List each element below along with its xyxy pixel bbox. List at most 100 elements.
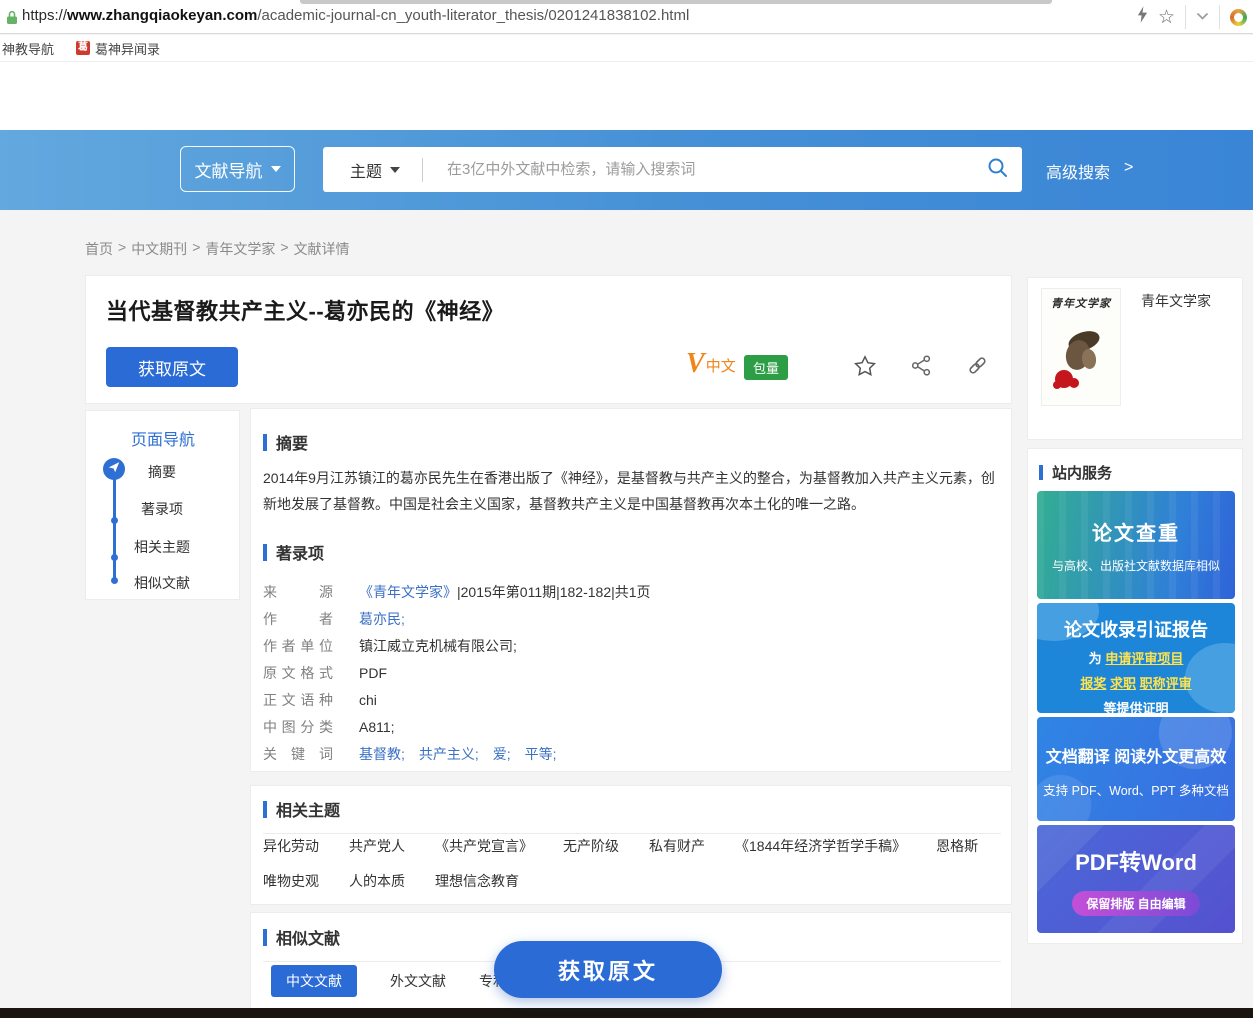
bookmark-star-icon[interactable]: ☆ (1158, 8, 1175, 27)
record-row-source: 来源 《青年文学家》|2015年第011期|182-182|共1页 (263, 579, 651, 606)
tab-strip-edge (300, 0, 1052, 4)
keyword-link[interactable]: 共产主义; (419, 741, 479, 768)
article-title-card: 当代基督教共产主义--葛亦民的《神经》 获取原文 V 中文 包量 (85, 275, 1012, 404)
page-nav-item-topics[interactable]: 相关主题 (134, 537, 190, 557)
record-row-format: 原文格式 PDF (263, 660, 651, 687)
service-plagiarism-check[interactable]: 论文查重 与高校、出版社文献数据库相似 (1037, 491, 1235, 599)
record-section-heading: 著录项 (263, 540, 324, 564)
topic-link[interactable]: 理想信念教育 (435, 871, 519, 891)
divider (422, 158, 423, 182)
pdf-word-badge: 保留排版 自由编辑 (1072, 891, 1199, 916)
topic-link[interactable]: 无产阶级 (563, 836, 619, 856)
record-row-keywords: 关键词 基督教; 共产主义; 爱; 平等; (263, 741, 651, 768)
journal-cover-title: 青年文学家 (1042, 295, 1120, 311)
breadcrumb-home[interactable]: 首页 (85, 239, 113, 259)
breadcrumb-detail: 文献详情 (294, 239, 350, 259)
chevron-down-icon[interactable] (1196, 8, 1209, 26)
breadcrumb-cn-journal[interactable]: 中文期刊 (131, 239, 187, 259)
topic-link[interactable]: 共产党人 (349, 836, 405, 856)
page-nav-card: 页面导航 摘要 著录项 相关主题 相似文献 (85, 410, 240, 600)
package-badge: 包量 (744, 355, 788, 380)
timeline-dot (111, 517, 118, 524)
bookmark-2-label: 葛神异闻录 (95, 39, 160, 58)
topics-list: 异化劳动 共产党人 《共产党宣言》 无产阶级 私有财产 《1844年经济学哲学手… (263, 836, 993, 891)
search-input[interactable] (447, 161, 974, 178)
topic-link[interactable]: 人的本质 (349, 871, 405, 891)
search-box: 主题 (323, 147, 1022, 192)
caret-down-icon (271, 166, 281, 172)
extension-icon[interactable] (1230, 9, 1247, 26)
topic-link[interactable]: 异化劳动 (263, 836, 319, 856)
active-section-marker (103, 458, 125, 480)
topic-link[interactable]: 《1844年经济学哲学手稿》 (735, 836, 906, 856)
search-band: 文献导航 主题 高级搜索> (0, 130, 1253, 210)
bookmark-item-1[interactable]: 神教导航 (2, 39, 54, 58)
keyword-link[interactable]: 爱; (493, 741, 511, 768)
page-nav-item-record[interactable]: 著录项 (141, 499, 183, 519)
service-doc-translate[interactable]: 文档翻译 阅读外文更高效 支持 PDF、Word、PPT 多种文档 (1037, 717, 1235, 821)
article-title: 当代基督教共产主义--葛亦民的《神经》 (106, 294, 504, 326)
section-bar (1039, 465, 1043, 480)
get-fulltext-button[interactable]: 获取原文 (106, 347, 238, 387)
paper-plane-icon (108, 460, 120, 478)
record-row-author: 作者 葛亦民; (263, 606, 651, 633)
breadcrumb-sep: > (192, 239, 200, 259)
author-link[interactable]: 葛亦民; (359, 606, 405, 633)
timeline-dot (111, 577, 118, 584)
taskbar-edge (0, 1008, 1253, 1018)
journal-cover-art (1042, 384, 1120, 401)
journal-link[interactable]: 《青年文学家》 (359, 579, 457, 606)
divider (1219, 5, 1220, 29)
apply-review-link[interactable]: 申请评审项目 (1105, 651, 1183, 666)
related-topics-card: 相关主题 异化劳动 共产党人 《共产党宣言》 无产阶级 私有财产 《1844年经… (250, 785, 1012, 905)
title-review-link[interactable]: 职称评审 (1140, 676, 1192, 691)
keyword-link[interactable]: 平等; (525, 741, 557, 768)
url-scheme: https:// (22, 7, 67, 24)
browser-url-bar[interactable]: https://www.zhangqiaokeyan.com/academic-… (0, 0, 1253, 34)
address-url[interactable]: https://www.zhangqiaokeyan.com/academic-… (22, 7, 689, 24)
similar-tabs: 中文文献 外文文献 专利 (271, 965, 507, 997)
timeline-dot (111, 554, 118, 561)
favorite-star-icon[interactable] (853, 354, 877, 383)
copy-link-icon[interactable] (966, 354, 989, 383)
topic-link[interactable]: 《共产党宣言》 (435, 836, 533, 856)
record-row-clc: 中图分类 A811; (263, 714, 651, 741)
topic-link[interactable]: 私有财产 (649, 836, 705, 856)
section-bar (263, 434, 267, 451)
services-section-heading: 站内服务 (1039, 462, 1112, 483)
site-services-card: 站内服务 论文查重 与高校、出版社文献数据库相似 论文收录引证报告 为 申请评审… (1027, 448, 1243, 944)
bookmark-item-2[interactable]: 葛 葛神异闻录 (76, 39, 160, 58)
tab-chinese-docs[interactable]: 中文文献 (271, 965, 357, 997)
keyword-link[interactable]: 基督教; (359, 741, 405, 768)
page-nav-item-similar[interactable]: 相似文献 (134, 573, 190, 593)
service-pdf-to-word[interactable]: PDF转Word 保留排版 自由编辑 (1037, 825, 1235, 933)
flash-bolt-icon[interactable] (1137, 6, 1148, 28)
service-citation-report[interactable]: 论文收录引证报告 为 申请评审项目 报奖 求职 职称评审 等提供证明 (1037, 603, 1235, 713)
journal-cover[interactable]: 青年文学家 (1041, 288, 1121, 406)
job-link[interactable]: 求职 (1110, 676, 1136, 691)
topic-link[interactable]: 唯物史观 (263, 871, 319, 891)
section-bar (263, 801, 267, 818)
floating-get-fulltext-button[interactable]: 获取原文 (494, 941, 722, 998)
journal-name[interactable]: 青年文学家 (1141, 291, 1211, 311)
page-nav-item-abstract[interactable]: 摘要 (148, 462, 176, 482)
award-link[interactable]: 报奖 (1080, 676, 1106, 691)
search-scope-dropdown[interactable]: 主题 (350, 158, 400, 182)
page-nav-title: 页面导航 (131, 426, 195, 450)
chinese-language-mark: V 中文 (686, 350, 736, 378)
breadcrumb-sep: > (280, 239, 288, 259)
search-submit-button[interactable] (974, 147, 1022, 192)
breadcrumb-journal[interactable]: 青年文学家 (205, 239, 275, 259)
search-icon (986, 156, 1010, 183)
advanced-search-link[interactable]: 高级搜索> (1046, 159, 1133, 183)
bookmark-2-favicon: 葛 (76, 41, 90, 55)
record-row-affiliation: 作者单位 镇江威立克机械有限公司; (263, 633, 651, 660)
literature-nav-dropdown[interactable]: 文献导航 (180, 146, 295, 192)
topic-link[interactable]: 恩格斯 (936, 836, 978, 856)
tab-foreign-docs[interactable]: 外文文献 (390, 971, 446, 991)
url-domain: www.zhangqiaokeyan.com (67, 7, 257, 24)
url-path: /academic-journal-cn_youth-literator_the… (257, 7, 689, 24)
share-icon[interactable] (910, 354, 933, 383)
breadcrumb: 首页> 中文期刊> 青年文学家> 文献详情 (85, 239, 350, 259)
bookmark-1-label: 神教导航 (2, 39, 54, 58)
